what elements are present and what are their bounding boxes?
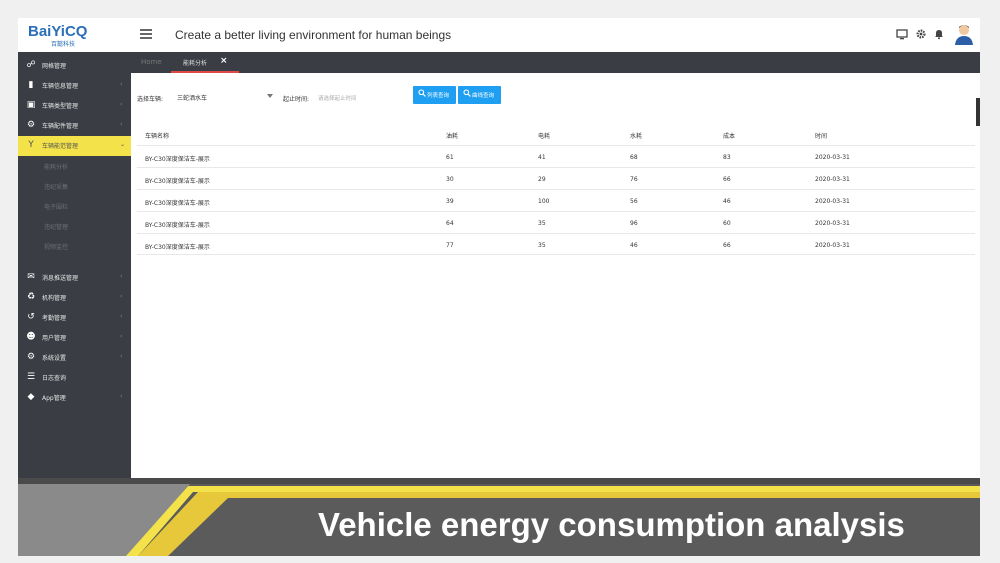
sidebar-subitem-energy-analysis[interactable]: 能耗分析 <box>18 156 131 176</box>
chevron-down-icon: ‹ <box>120 121 123 128</box>
table-row[interactable]: BY-C30深度保洁车-展示 61 41 68 83 2020-03-31 <box>137 145 975 167</box>
search-icon <box>418 89 426 100</box>
date-range-label: 起止时间: <box>283 96 310 103</box>
tabs-bar: Home 能耗分析 × <box>131 52 980 73</box>
chevron-down-icon: ‹ <box>120 273 123 280</box>
sidebar-item-vehicle-info[interactable]: ▮ 车辆信息管理 ‹ <box>18 76 131 96</box>
chevron-down-icon: ‹ <box>120 333 123 340</box>
bank-icon: ♻ <box>26 292 36 302</box>
chevron-down-icon: ‹ <box>120 81 123 88</box>
tab-home[interactable]: Home <box>141 58 162 66</box>
sidebar-subitem-violation-manage[interactable]: 违纪管理 <box>18 216 131 236</box>
table-row[interactable]: BY-C30深度保洁车-展示 30 29 76 66 2020-03-31 <box>137 167 975 189</box>
sidebar-item-app[interactable]: ◆ App管理 ‹ <box>18 388 131 408</box>
cube-icon: ▣ <box>26 100 36 110</box>
logo: BaiYiCQ 百懿科技 <box>28 23 98 48</box>
chevron-down-icon: ‹ <box>120 313 123 320</box>
sidebar-item-organization[interactable]: ♻ 机构管理 ‹ <box>18 288 131 308</box>
sidebar-subitem-violation-capture[interactable]: 违纪采集 <box>18 176 131 196</box>
truck-icon: ▮ <box>28 80 34 90</box>
history-icon: ↺ <box>27 312 35 322</box>
chevron-down-icon: ‹ <box>120 293 123 300</box>
sidebar-item-attendance[interactable]: ↺ 考勤管理 ‹ <box>18 308 131 328</box>
vehicle-filter-label: 选择车辆: <box>137 96 164 103</box>
column-header-electricity[interactable]: 电耗 <box>538 131 550 140</box>
table-row[interactable]: BY-C30深度保洁车-展示 39 100 56 46 2020-03-31 <box>137 189 975 211</box>
date-range-placeholder: 请选择起止时间 <box>318 96 357 102</box>
main-content: 选择车辆: 三蛇洒水车 起止时间: 请选择起止时间 列表查询 曲线查询 车辆名称… <box>131 73 980 478</box>
caption-banner: Vehicle energy consumption analysis <box>18 478 980 556</box>
sidebar: ☍ 网格管理 ▮ 车辆信息管理 ‹ ▣ 车辆类型管理 ‹ ⚙ 车辆配件管理 ‹ … <box>18 52 131 478</box>
bell-icon[interactable] <box>932 28 946 42</box>
tab-energy-analysis[interactable]: 能耗分析 × <box>171 52 239 73</box>
table-row[interactable]: BY-C30深度保洁车-展示 64 35 96 60 2020-03-31 <box>137 211 975 233</box>
table-row[interactable]: BY-C30深度保洁车-展示 77 35 46 66 2020-03-31 <box>137 233 975 255</box>
filter-icon: Y <box>28 140 34 150</box>
sidebar-subitem-geofence[interactable]: 电子围栏 <box>18 196 131 216</box>
avatar[interactable] <box>954 23 974 45</box>
logo-brand: BaiYiCQ <box>28 23 88 40</box>
chevron-down-icon: ‹ <box>120 101 123 108</box>
sidebar-item-messages[interactable]: ✉ 消息推送管理 ‹ <box>18 268 131 288</box>
banner-title: Vehicle energy consumption analysis <box>318 506 905 543</box>
curve-query-button[interactable]: 曲线查询 <box>458 86 501 104</box>
sidebar-item-vehicle-parts[interactable]: ⚙ 车辆配件管理 ‹ <box>18 116 131 136</box>
column-header-cost[interactable]: 成本 <box>723 131 735 140</box>
caret-down-icon <box>267 94 273 98</box>
scrollbar-handle[interactable] <box>976 98 980 126</box>
mail-icon: ✉ <box>27 272 35 282</box>
diamond-icon: ◆ <box>27 392 35 402</box>
vehicle-select[interactable]: 三蛇洒水车 <box>175 89 275 105</box>
sidebar-item-users[interactable]: ☻ 用户管理 ‹ <box>18 328 131 348</box>
date-range-input[interactable]: 请选择起止时间 <box>314 89 404 105</box>
chevron-down-icon: ‹ <box>120 353 123 360</box>
sidebar-item-vehicle-type[interactable]: ▣ 车辆类型管理 ‹ <box>18 96 131 116</box>
search-icon <box>463 89 471 100</box>
users-icon: ☻ <box>26 332 36 342</box>
gear-icon[interactable] <box>914 28 928 42</box>
sidebar-item-energy[interactable]: Y 车辆能范管理 ⌄ <box>18 136 131 156</box>
chevron-down-icon: ‹ <box>120 393 123 400</box>
monitor-icon[interactable] <box>895 28 909 42</box>
gear-icon: ⚙ <box>26 120 36 130</box>
top-header: BaiYiCQ 百懿科技 Create a better living envi… <box>18 18 980 52</box>
logo-subtitle: 百懿科技 <box>51 41 76 48</box>
table-header: 车辆名称 油耗 电耗 水耗 成本 时间 <box>137 123 975 145</box>
globe-icon: ☍ <box>26 60 36 70</box>
app-window: BaiYiCQ 百懿科技 Create a better living envi… <box>18 18 980 556</box>
chevron-up-icon: ⌄ <box>120 141 126 148</box>
tab-label: 能耗分析 <box>183 60 208 67</box>
list-query-button[interactable]: 列表查询 <box>413 86 456 104</box>
header-slogan: Create a better living environment for h… <box>175 28 452 42</box>
sidebar-item-logs[interactable]: ☰ 日志查询 <box>18 368 131 388</box>
sidebar-subitem-video[interactable]: 视频监控 <box>18 236 131 256</box>
vehicle-select-value: 三蛇洒水车 <box>177 95 208 102</box>
column-header-vehicle[interactable]: 车辆名称 <box>145 131 169 140</box>
sidebar-item-settings[interactable]: ⚙ 系统设置 ‹ <box>18 348 131 368</box>
list-icon: ☰ <box>26 372 36 382</box>
column-header-time[interactable]: 时间 <box>815 131 827 140</box>
cogs-icon: ⚙ <box>26 352 36 362</box>
column-header-fuel[interactable]: 油耗 <box>446 131 458 140</box>
sidebar-item-grid[interactable]: ☍ 网格管理 <box>18 56 131 76</box>
close-icon[interactable]: × <box>220 56 228 66</box>
column-header-water[interactable]: 水耗 <box>630 131 642 140</box>
menu-toggle-icon[interactable] <box>140 29 152 39</box>
